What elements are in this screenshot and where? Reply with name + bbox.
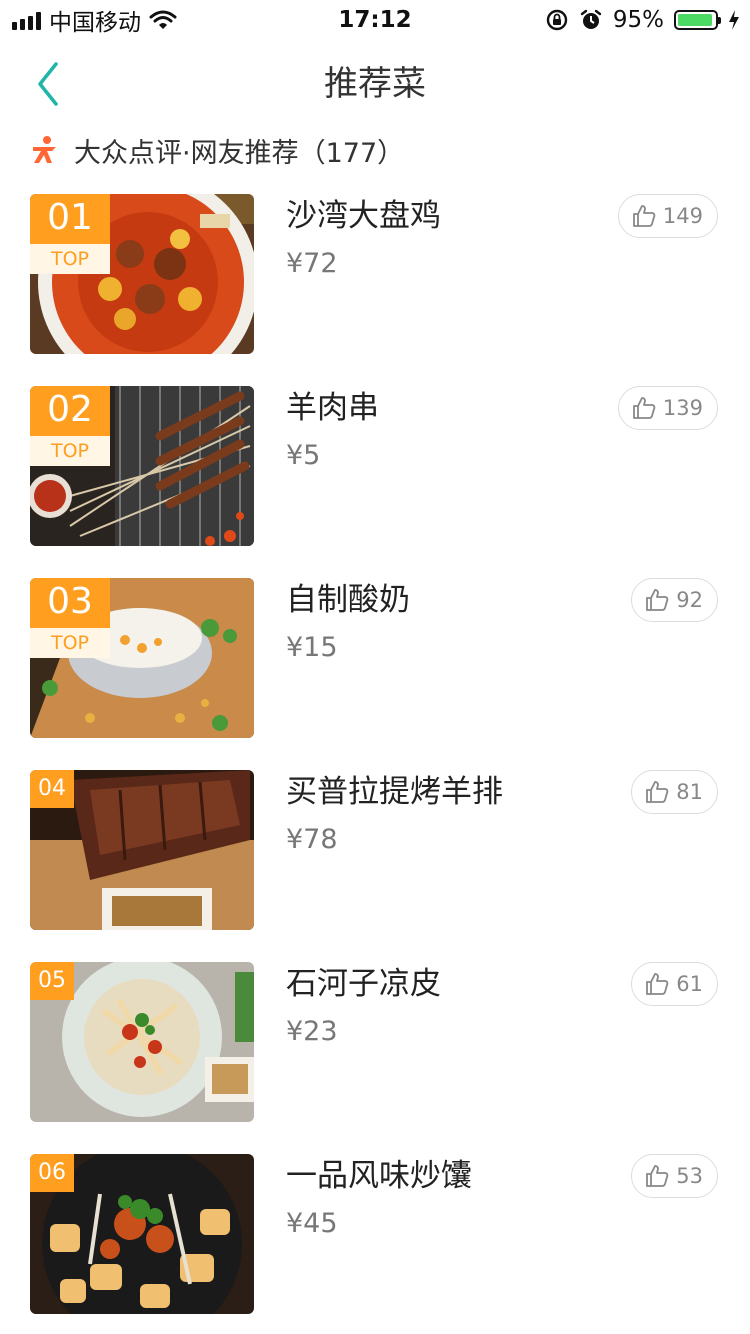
dish-name: 羊肉串 xyxy=(286,390,379,426)
rank-badge: 01 TOP xyxy=(30,194,110,274)
top-tag: TOP xyxy=(30,436,110,466)
status-bar: 中国移动 17:12 95% xyxy=(0,0,750,40)
thumbs-up-icon xyxy=(633,205,656,227)
thumbs-up-icon xyxy=(646,1165,669,1187)
like-button[interactable]: 92 xyxy=(631,578,718,622)
dish-item[interactable]: 02 TOP 羊肉串 ¥5 139 xyxy=(0,386,750,546)
dish-price: ¥45 xyxy=(286,1208,338,1239)
dish-photo: 02 TOP xyxy=(30,386,254,546)
like-count: 81 xyxy=(676,780,703,804)
battery-fill xyxy=(678,14,712,26)
battery-icon xyxy=(674,10,721,30)
like-button[interactable]: 61 xyxy=(631,962,718,1006)
source-text: 大众点评·网友推荐（177） xyxy=(74,137,405,169)
dish-name: 买普拉提烤羊排 xyxy=(286,774,503,810)
source-line: 大众点评·网友推荐（177） xyxy=(30,130,404,170)
like-count: 92 xyxy=(676,588,703,612)
rank-number: 01 xyxy=(47,197,93,238)
top-tag: TOP xyxy=(30,244,110,274)
page-title: 推荐菜 xyxy=(324,64,426,104)
dish-item[interactable]: 04 买普拉提烤羊排 ¥78 81 xyxy=(0,770,750,930)
like-count: 139 xyxy=(662,396,703,420)
rank-number: 03 xyxy=(47,581,93,622)
dish-price: ¥78 xyxy=(286,824,338,855)
charging-bolt-icon xyxy=(729,10,739,30)
dish-price: ¥23 xyxy=(286,1016,338,1047)
dish-price: ¥15 xyxy=(286,632,338,663)
like-count: 149 xyxy=(662,204,703,228)
dish-name: 石河子凉皮 xyxy=(286,966,441,1002)
thumbs-up-icon xyxy=(646,973,669,995)
dish-photo: 04 xyxy=(30,770,254,930)
thumbs-up-icon xyxy=(646,589,669,611)
dish-name: 沙湾大盘鸡 xyxy=(286,198,441,234)
like-button[interactable]: 53 xyxy=(631,1154,718,1198)
dish-photo: 01 TOP xyxy=(30,194,254,354)
rank-badge: 04 xyxy=(30,770,74,808)
rotation-lock-icon xyxy=(546,9,568,31)
like-button[interactable]: 81 xyxy=(631,770,718,814)
dish-item[interactable]: 05 石河子凉皮 ¥23 61 xyxy=(0,962,750,1122)
alarm-icon xyxy=(580,9,602,29)
top-tag: TOP xyxy=(30,628,110,658)
rank-number: 02 xyxy=(47,389,93,430)
dish-name: 一品风味炒馕 xyxy=(286,1158,472,1194)
battery-percent: 95% xyxy=(612,7,664,33)
dish-photo: 06 xyxy=(30,1154,254,1314)
rank-badge: 05 xyxy=(30,962,74,1000)
rank-badge: 02 TOP xyxy=(30,386,110,466)
like-count: 61 xyxy=(676,972,703,996)
dish-item[interactable]: 06 一品风味炒馕 ¥45 53 xyxy=(0,1154,750,1314)
dish-price: ¥5 xyxy=(286,440,321,471)
rank-badge: 03 TOP xyxy=(30,578,110,658)
rank-badge: 06 xyxy=(30,1154,74,1192)
dish-photo: 03 TOP xyxy=(30,578,254,738)
like-button[interactable]: 149 xyxy=(617,194,718,238)
like-count: 53 xyxy=(676,1164,703,1188)
status-right: 95% xyxy=(545,6,740,34)
thumbs-up-icon xyxy=(633,397,656,419)
dish-photo: 05 xyxy=(30,962,254,1122)
dianping-logo-icon xyxy=(33,136,56,163)
thumbs-up-icon xyxy=(646,781,669,803)
dish-price: ¥72 xyxy=(286,248,338,279)
dish-item[interactable]: 03 TOP 自制酸奶 ¥15 92 xyxy=(0,578,750,738)
dish-name: 自制酸奶 xyxy=(286,582,410,618)
nav-bar: 推荐菜 xyxy=(0,40,750,128)
dish-item[interactable]: 01 TOP 沙湾大盘鸡 ¥72 149 xyxy=(0,194,750,354)
like-button[interactable]: 139 xyxy=(617,386,718,430)
